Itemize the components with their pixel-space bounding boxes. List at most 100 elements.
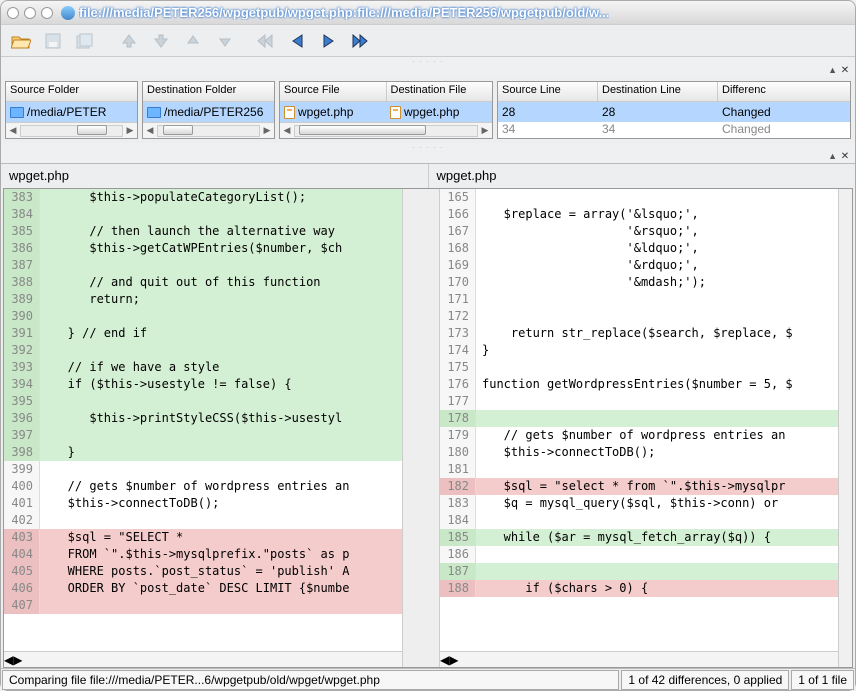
save-all-icon <box>71 28 99 54</box>
code-line[interactable]: 187 <box>440 563 838 580</box>
code-line[interactable]: 165 <box>440 189 838 206</box>
hscrollbar[interactable]: ◀▶ <box>280 122 492 138</box>
source-folder-value: /media/PETER <box>27 105 106 119</box>
code-line[interactable]: 168 '&ldquo;', <box>440 240 838 257</box>
code-line[interactable]: 188 if ($chars > 0) { <box>440 580 838 597</box>
diff-row[interactable]: 28 28 Changed <box>498 102 850 122</box>
code-line[interactable]: 184 <box>440 512 838 529</box>
code-line[interactable]: 384 <box>4 206 402 223</box>
window-controls[interactable] <box>7 7 53 19</box>
down-icon <box>211 28 239 54</box>
code-line[interactable]: 179 // gets $number of wordpress entries… <box>440 427 838 444</box>
source-folder-header[interactable]: Source Folder <box>6 82 137 102</box>
dest-folder-header[interactable]: Destination Folder <box>143 82 274 102</box>
code-line[interactable]: 403 $sql = "SELECT * <box>4 529 402 546</box>
code-line[interactable]: 186 <box>440 546 838 563</box>
code-line[interactable]: 406 ORDER BY `post_date` DESC LIMIT {$nu… <box>4 580 402 597</box>
next-icon[interactable] <box>315 28 343 54</box>
code-line[interactable]: 173 return str_replace($search, $replace… <box>440 325 838 342</box>
code-line[interactable]: 167 '&rsquo;', <box>440 223 838 240</box>
code-line[interactable]: 388 // and quit out of this function <box>4 274 402 291</box>
code-line[interactable]: 402 <box>4 512 402 529</box>
close-window-icon[interactable] <box>7 7 19 19</box>
code-line[interactable]: 394 if ($this->usestyle != false) { <box>4 376 402 393</box>
code-line[interactable]: 392 <box>4 342 402 359</box>
code-line[interactable]: 387 <box>4 257 402 274</box>
code-line[interactable]: 404 FROM `".$this->mysqlprefix."posts` a… <box>4 546 402 563</box>
code-line[interactable]: 180 $this->connectToDB(); <box>440 444 838 461</box>
diff-collapse-icon[interactable]: ▲ <box>828 151 837 163</box>
files-panel: Source File Destination File wpget.php w… <box>279 81 493 139</box>
code-line[interactable]: 183 $q = mysql_query($sql, $this->conn) … <box>440 495 838 512</box>
close-panel-icon[interactable]: ✕ <box>839 65 851 77</box>
code-line[interactable]: 399 <box>4 461 402 478</box>
code-line[interactable]: 182 $sql = "select * from `".$this->mysq… <box>440 478 838 495</box>
source-file-header[interactable]: Source File <box>280 82 387 102</box>
code-line[interactable]: 185 while ($ar = mysql_fetch_array($q)) … <box>440 529 838 546</box>
panel-collapse-icon[interactable]: ▲ <box>828 65 837 77</box>
maximize-window-icon[interactable] <box>41 7 53 19</box>
dest-folder-row[interactable]: /media/PETER256 <box>143 102 274 122</box>
open-icon[interactable] <box>7 28 35 54</box>
code-line[interactable]: 177 <box>440 393 838 410</box>
source-line-header[interactable]: Source Line <box>498 82 598 102</box>
code-line[interactable]: 389 return; <box>4 291 402 308</box>
code-line[interactable]: 405 WHERE posts.`post_status` = 'publish… <box>4 563 402 580</box>
last-icon[interactable] <box>347 28 375 54</box>
file-icon <box>390 106 401 119</box>
code-line[interactable]: 169 '&rdquo;', <box>440 257 838 274</box>
code-line[interactable]: 166 $replace = array('&lsquo;', <box>440 206 838 223</box>
code-line[interactable]: 398 } <box>4 444 402 461</box>
right-code-pane[interactable]: 165166 $replace = array('&lsquo;',167 '&… <box>440 189 838 667</box>
minimize-window-icon[interactable] <box>24 7 36 19</box>
code-line[interactable]: 385 // then launch the alternative way <box>4 223 402 240</box>
code-line[interactable]: 175 <box>440 359 838 376</box>
window-title: file:///media/PETER256/wpgetpub/wpget.ph… <box>79 5 609 20</box>
hscrollbar[interactable]: ◀▶ <box>143 122 274 138</box>
code-line[interactable]: 176function getWordpressEntries($number … <box>440 376 838 393</box>
source-folder-panel: Source Folder /media/PETER ◀▶ <box>5 81 138 139</box>
left-code-pane[interactable]: 383 $this->populateCategoryList();384385… <box>4 189 402 667</box>
diff-connector <box>402 189 440 667</box>
code-line[interactable]: 390 <box>4 308 402 325</box>
code-line[interactable]: 396 $this->printStyleCSS($this->usestyl <box>4 410 402 427</box>
panel-grip[interactable]: · · · · · <box>1 57 855 65</box>
code-line[interactable]: 393 // if we have a style <box>4 359 402 376</box>
code-line[interactable]: 170 '&mdash;'); <box>440 274 838 291</box>
dst-line-cell: 28 <box>598 103 718 121</box>
diff-cell: Changed <box>718 122 850 136</box>
code-line[interactable]: 171 <box>440 291 838 308</box>
overview-ruler[interactable] <box>838 189 852 667</box>
diff-row[interactable]: 34 34 Changed <box>498 122 850 136</box>
source-folder-row[interactable]: /media/PETER <box>6 102 137 122</box>
code-line[interactable]: 395 <box>4 393 402 410</box>
hscrollbar[interactable]: ◀▶ <box>440 651 838 667</box>
dest-file-header[interactable]: Destination File <box>387 82 493 102</box>
dest-folder-panel: Destination Folder /media/PETER256 ◀▶ <box>142 81 275 139</box>
code-line[interactable]: 400 // gets $number of wordpress entries… <box>4 478 402 495</box>
prev-icon[interactable] <box>283 28 311 54</box>
code-line[interactable]: 397 <box>4 427 402 444</box>
code-line[interactable]: 181 <box>440 461 838 478</box>
close-diff-icon[interactable]: ✕ <box>839 151 851 163</box>
code-line[interactable]: 178 <box>440 410 838 427</box>
splitter-grip[interactable]: · · · · · <box>1 143 855 151</box>
hscrollbar[interactable]: ◀▶ <box>4 651 402 667</box>
up-all-icon <box>115 28 143 54</box>
file-row[interactable]: wpget.php wpget.php <box>280 102 492 122</box>
code-line[interactable]: 172 <box>440 308 838 325</box>
code-line[interactable]: 391 } // end if <box>4 325 402 342</box>
file-icon <box>284 106 295 119</box>
hscrollbar[interactable]: ◀▶ <box>6 122 137 138</box>
code-line[interactable]: 407 <box>4 597 402 614</box>
difference-header[interactable]: Differenc <box>718 82 850 102</box>
code-line[interactable]: 383 $this->populateCategoryList(); <box>4 189 402 206</box>
dest-line-header[interactable]: Destination Line <box>598 82 718 102</box>
code-line[interactable]: 401 $this->connectToDB(); <box>4 495 402 512</box>
main-toolbar <box>1 25 855 57</box>
folder-icon <box>147 107 161 118</box>
folder-icon <box>10 107 24 118</box>
code-line[interactable]: 174} <box>440 342 838 359</box>
code-line[interactable]: 386 $this->getCatWPEntries($number, $ch <box>4 240 402 257</box>
right-file-tab: wpget.php <box>429 164 856 188</box>
